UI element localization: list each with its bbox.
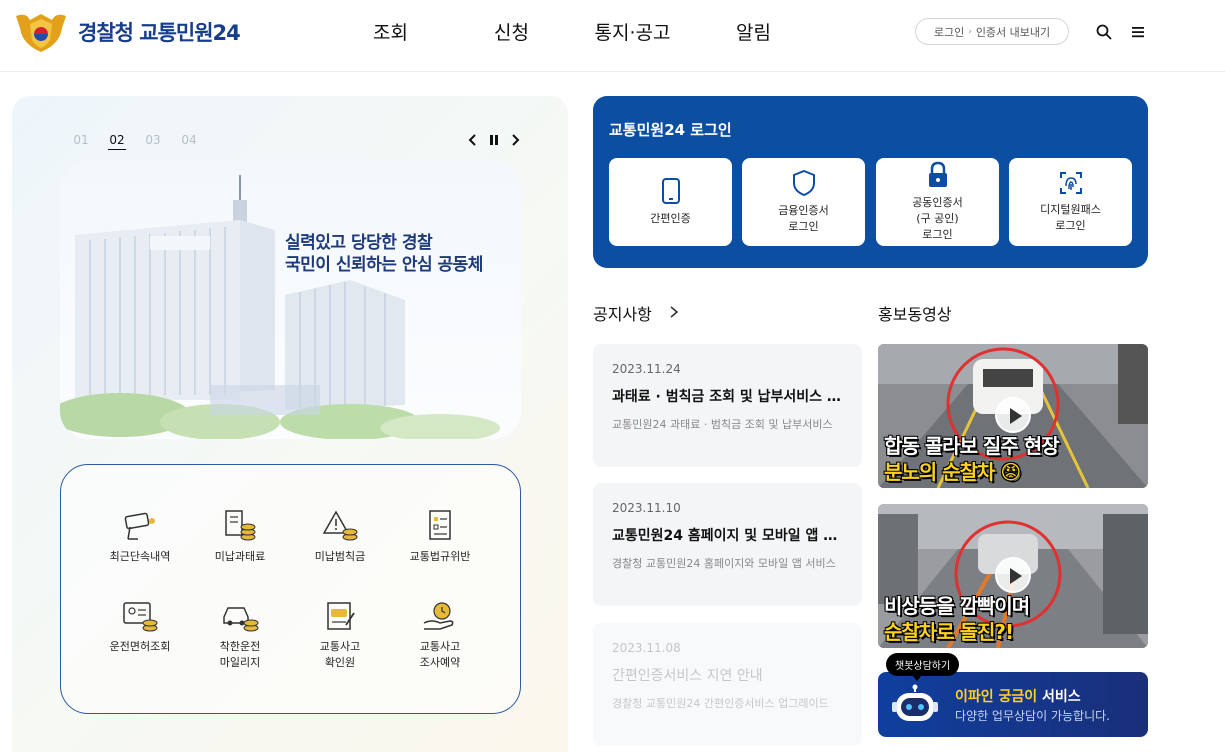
notice-section-title[interactable]: 공지사항: [593, 301, 652, 325]
site-header: 경찰청 교통민원24 조회 신청 통지·공고 알림 로그인 › 인증서 내보내기: [0, 0, 1225, 72]
slide-tab-04[interactable]: 04: [180, 133, 198, 150]
nav-item-alert[interactable]: 알림: [693, 18, 814, 45]
promo-video-thumbnail[interactable]: 비상등을 깜빡이며 순찰차로 돌진?!: [878, 504, 1148, 648]
notice-card[interactable]: 2023.11.10 교통민원24 홈페이지 및 모바일 앱 서비스 안내 경찰…: [593, 483, 862, 606]
chatbot-title: 이파인 궁금이 서비스: [955, 686, 1081, 706]
chevron-right-icon[interactable]: [667, 304, 681, 320]
quick-item-label: 미납범칙금: [314, 550, 366, 563]
logo-text: 경찰청 교통민원24: [78, 21, 241, 45]
joint-cert-button[interactable]: 공동인증서 (구 공인) 로그인: [876, 158, 999, 246]
slide-tab-01[interactable]: 01: [72, 133, 90, 150]
video-caption-line1: 합동 콜라보 질주 현장: [884, 434, 1059, 458]
login-export-pill: 로그인 › 인증서 내보내기: [915, 18, 1069, 45]
police-building-illustration: [60, 175, 500, 439]
chevron-left-icon[interactable]: [468, 133, 478, 147]
hand-clock-icon: [423, 602, 454, 630]
notice-date: 2023.11.08: [612, 641, 681, 655]
login-option-label: 간편인증: [650, 212, 691, 225]
shield-icon: [792, 169, 815, 197]
notice-title: 간편인증서비스 지연 안내: [612, 668, 763, 684]
simple-auth-button[interactable]: 간편인증: [609, 158, 732, 246]
promo-video-thumbnail[interactable]: 합동 콜라보 질주 현장 분노의 순찰차 😡: [878, 344, 1148, 488]
notice-card[interactable]: 2023.11.08 간편인증서비스 지연 안내 경찰청 교통민원24 간편인증…: [593, 623, 862, 746]
notice-description: 교통민원24 과태료 · 범칙금 조회 및 납부서비스: [612, 418, 833, 431]
notice-description: 경찰청 교통민원24 간편인증서비스 업그레이드: [612, 697, 829, 710]
quick-item-unpaid-penalty[interactable]: 미납범칙금: [290, 509, 390, 565]
notice-description: 경찰청 교통민원24 홈페이지와 모바일 앱 서비스: [612, 557, 836, 570]
quick-item-good-driving-mileage[interactable]: 착한운전 마일리지: [190, 599, 290, 671]
login-option-label: 공동인증서 (구 공인) 로그인: [912, 196, 963, 241]
quick-item-label: 최근단속내역: [109, 550, 171, 563]
quick-menu: [60, 464, 521, 714]
police-emblem-icon: [16, 14, 66, 52]
quick-item-unpaid-fine[interactable]: 미납과태료: [190, 509, 290, 565]
site-logo[interactable]: 경찰청 교통민원24: [12, 10, 241, 54]
quick-item-label: 교통법규위반: [409, 550, 471, 563]
login-title: 교통민원24 로그인: [609, 121, 732, 139]
chatbot-banner[interactable]: 이파인 궁금이 서비스 다양한 업무상담이 가능합니다.: [878, 672, 1148, 737]
video-caption-line2: 순찰차로 돌진?!: [884, 620, 1014, 644]
header-login-link[interactable]: 로그인: [934, 24, 964, 40]
lock-icon: [928, 161, 947, 187]
banner-headline-2: 국민이 신뢰하는 안심 공동체: [285, 255, 483, 275]
chatbot-title-highlight: 이파인 궁금이: [955, 689, 1038, 705]
notice-card[interactable]: 2023.11.24 과태료 · 범칙금 조회 및 납부서비스 일시 중단 안내…: [593, 344, 862, 467]
quick-item-accident-reservation[interactable]: 교통사고 조사예약: [390, 599, 490, 671]
notice-title: 교통민원24 홈페이지 및 모바일 앱 서비스 안내: [612, 528, 843, 544]
nav-item-inquiry[interactable]: 조회: [330, 18, 451, 45]
quick-item-recent-enforcement[interactable]: 최근단속내역: [90, 509, 190, 565]
phone-icon: [661, 178, 680, 204]
video-caption-line2: 분노의 순찰차 😡: [884, 460, 1021, 484]
quick-item-label: 교통사고 조사예약: [419, 640, 461, 669]
separator-dot: ›: [968, 26, 972, 37]
warning-coins-icon: [322, 510, 358, 541]
slide-tab-02[interactable]: 02: [108, 133, 126, 150]
login-card: 교통민원24 로그인 간편인증 금융인증서 로그인 공동인증서 (구 공인) 로…: [593, 96, 1148, 268]
certificate-export-link[interactable]: 인증서 내보내기: [976, 24, 1050, 40]
video-caption-line1: 비상등을 깜빡이며: [884, 594, 1030, 618]
fingerprint-icon: [1059, 172, 1082, 194]
nav-item-apply[interactable]: 신청: [451, 18, 572, 45]
quick-item-accident-certificate[interactable]: 교통사고 확인원: [290, 599, 390, 671]
video-section-title: 홍보동영상: [878, 305, 952, 324]
main-nav: 조회 신청 통지·공고 알림: [330, 18, 814, 45]
pause-icon[interactable]: [488, 133, 500, 147]
quick-item-label: 운전면허조회: [109, 640, 171, 653]
login-option-label: 금융인증서 로그인: [778, 204, 829, 233]
search-icon[interactable]: [1095, 23, 1113, 41]
quick-item-license-inquiry[interactable]: 운전면허조회: [90, 599, 190, 655]
chatbot-title-rest: 서비스: [1037, 689, 1081, 705]
play-button-icon[interactable]: [995, 557, 1031, 593]
slide-tab-03[interactable]: 03: [144, 133, 162, 150]
bill-coins-icon: [225, 510, 256, 541]
chatbot-subtitle: 다양한 업무상담이 가능합니다.: [955, 709, 1110, 723]
camera-icon: [124, 512, 155, 540]
accident-doc-icon: [327, 602, 355, 630]
login-option-label: 디지털원패스 로그인: [1040, 203, 1101, 232]
quick-item-label: 착한운전 마일리지: [219, 640, 261, 669]
quick-item-label: 교통사고 확인원: [319, 640, 361, 669]
notice-date: 2023.11.10: [612, 501, 681, 515]
slide-tabs: 01 02 03 04: [72, 133, 198, 150]
main-banner[interactable]: 실력있고 당당한 경찰 국민이 신뢰하는 안심 공동체: [60, 160, 521, 439]
car-coins-icon: [223, 607, 259, 632]
slide-controls: [468, 133, 520, 147]
notice-title: 과태료 · 범칙금 조회 및 납부서비스 일시 중단 안내: [612, 389, 843, 405]
digital-onepass-button[interactable]: 디지털원패스 로그인: [1009, 158, 1132, 246]
quick-item-label: 미납과태료: [214, 550, 266, 563]
notice-date: 2023.11.24: [612, 362, 681, 376]
nav-item-notice[interactable]: 통지·공고: [572, 18, 693, 45]
chatbot-bubble[interactable]: 챗봇상담하기: [886, 653, 960, 681]
chevron-right-icon[interactable]: [510, 133, 520, 147]
financial-cert-button[interactable]: 금융인증서 로그인: [742, 158, 865, 246]
play-button-icon[interactable]: [995, 397, 1031, 433]
robot-icon: [892, 684, 938, 721]
license-card-icon: [123, 602, 158, 632]
quick-item-traffic-violation[interactable]: 교통법규위반: [390, 509, 490, 565]
hamburger-menu-icon[interactable]: [1130, 24, 1146, 40]
checklist-icon: [429, 510, 451, 540]
